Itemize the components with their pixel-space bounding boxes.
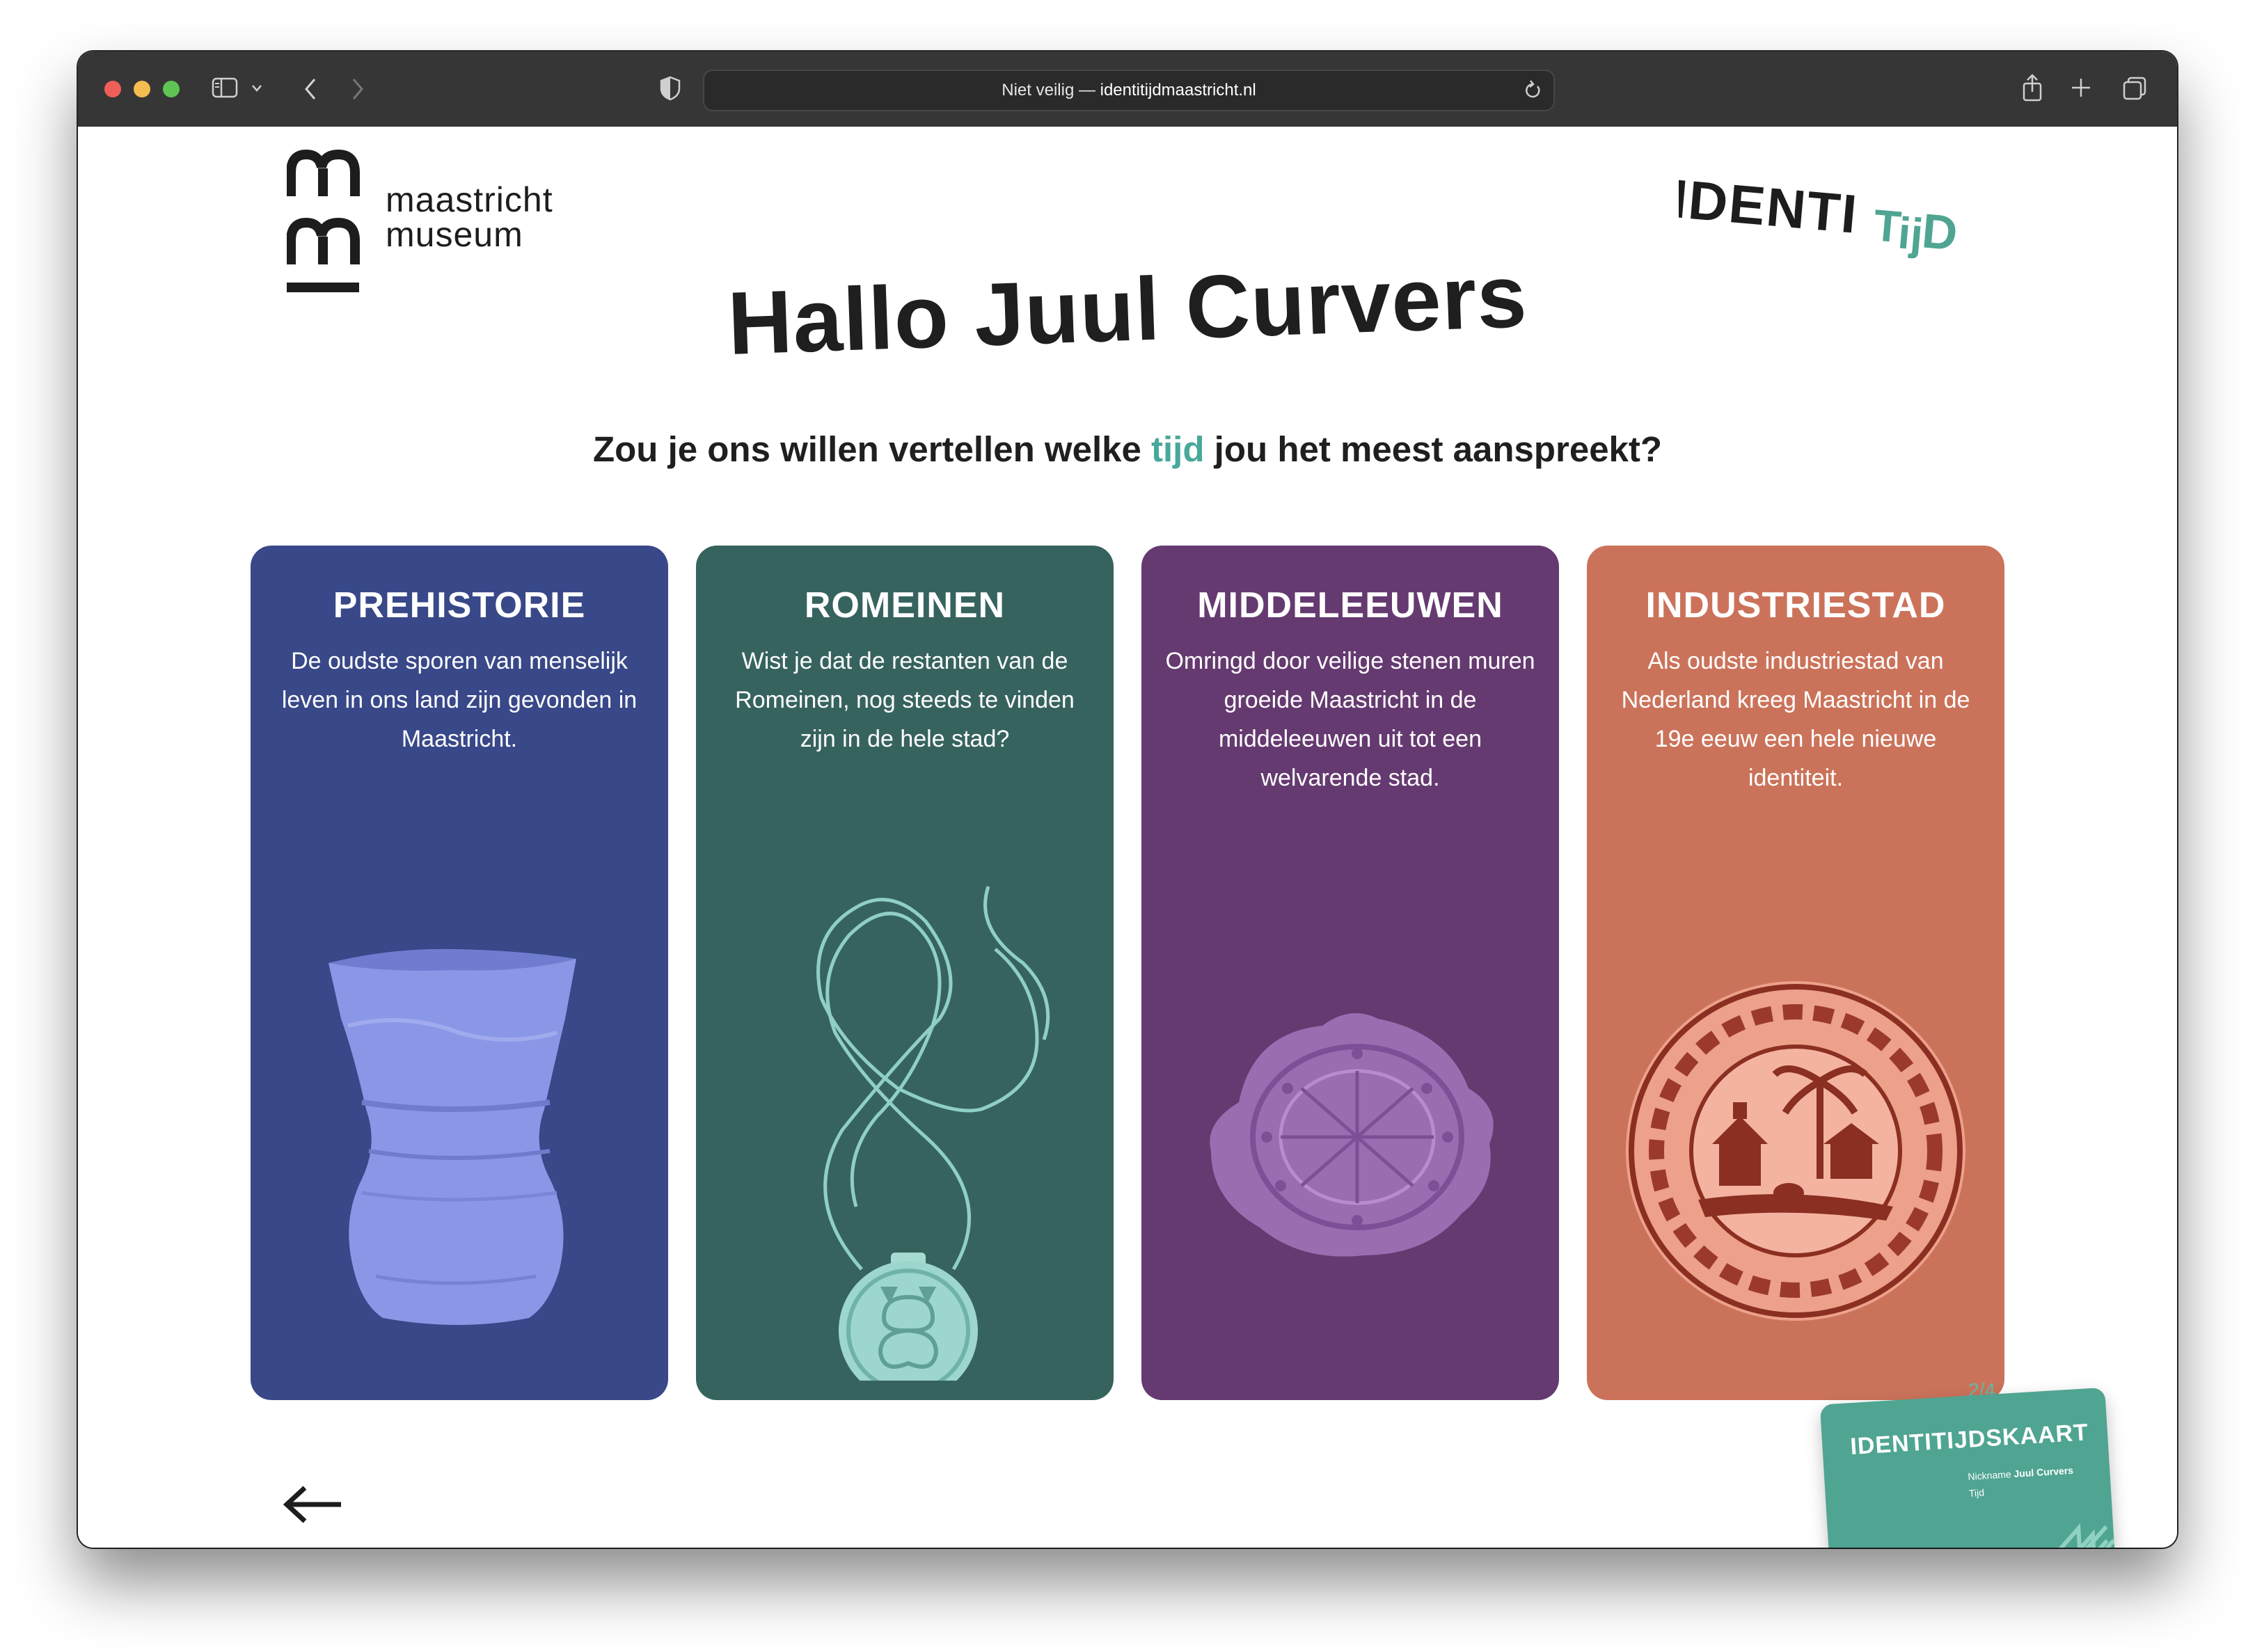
nickname-label: Nickname — [1967, 1468, 2012, 1482]
forward-icon[interactable] — [349, 77, 366, 102]
card-description: Als oudste industriestad van Nederland k… — [1621, 648, 1970, 791]
arrow-left-icon[interactable] — [281, 1484, 344, 1525]
museum-name-line2: museum — [386, 215, 523, 254]
close-window-button[interactable] — [104, 81, 121, 97]
shield-icon[interactable] — [658, 75, 682, 102]
card-title: ROMEINEN — [804, 585, 1006, 626]
question-accent: tijd — [1151, 429, 1205, 469]
zoom-window-button[interactable] — [163, 81, 180, 97]
card-title: PREHISTORIE — [333, 585, 586, 626]
sidebar-icon[interactable] — [212, 77, 239, 100]
address-bar[interactable]: Niet veilig — identitijdmaastricht.nl — [703, 70, 1555, 111]
card-pattern-icon — [2050, 1523, 2116, 1548]
card-industriestad[interactable]: INDUSTRIESTAD Als oudste industriestad v… — [1587, 546, 2004, 1400]
share-icon[interactable] — [2020, 72, 2045, 103]
question-text-start: Zou je ons willen vertellen welke — [592, 429, 1152, 469]
address-prefix: Niet veilig — — [1002, 81, 1100, 100]
card-romeinen[interactable]: ROMEINEN Wist je dat de restanten van de… — [696, 546, 1114, 1400]
card-prehistorie[interactable]: PREHISTORIE De oudste sporen van menseli… — [251, 546, 668, 1400]
museum-name-line1: maastricht — [386, 180, 553, 219]
museum-logo-icon[interactable] — [287, 148, 363, 301]
browser-toolbar: Niet veilig — identitijdmaastricht.nl — [78, 51, 2177, 128]
browser-window: Niet veilig — identitijdmaastricht.nl ma… — [78, 51, 2177, 1548]
minimize-window-button[interactable] — [134, 81, 150, 97]
back-icon[interactable] — [302, 77, 319, 102]
museum-name: maastricht museum — [386, 182, 553, 252]
question-subtitle: Zou je ons willen vertellen welke tijd j… — [78, 429, 2177, 470]
nickname-value: Juul Curvers — [2013, 1464, 2074, 1479]
card-description: Wist je dat de restanten van de Romeinen… — [735, 648, 1075, 752]
card-description: Omringd door veilige stenen muren groeid… — [1165, 648, 1535, 791]
decorated-plate-image — [1626, 981, 1965, 1321]
new-tab-icon[interactable] — [2070, 77, 2092, 99]
id-card-title: IDENTITIJDSKAART — [1849, 1419, 2089, 1461]
card-title: INDUSTRIESTAD — [1645, 585, 1946, 626]
metal-disc-image — [1210, 1013, 1494, 1257]
id-card-time-label: Tijd — [1968, 1486, 1985, 1499]
necklace-pendant-image — [816, 886, 1050, 1381]
card-title: MIDDELEEUWEN — [1197, 585, 1503, 626]
page-content: maastricht museum IDENTI T ij D Hallo Ju… — [78, 127, 2177, 1548]
tabs-overview-icon[interactable] — [2121, 75, 2148, 102]
identity-card[interactable]: IDENTITIJDSKAART Nickname Juul Curvers T… — [1819, 1387, 2116, 1548]
svg-text:IDENTI: IDENTI — [1679, 168, 1860, 245]
reload-icon[interactable] — [1523, 71, 1542, 110]
beaker-pot-image — [329, 948, 576, 1325]
id-card-nickname: Nickname Juul Curvers — [1968, 1465, 2073, 1482]
question-text-end: jou het meest aanspreekt? — [1204, 429, 1663, 469]
card-description: De oudste sporen van menselijk leven in … — [281, 648, 638, 752]
card-middeleeuwen[interactable]: MIDDELEEUWEN Omringd door veilige stenen… — [1141, 546, 1559, 1400]
chevron-down-icon[interactable] — [251, 84, 263, 93]
address-domain: identitijdmaastricht.nl — [1100, 81, 1256, 100]
